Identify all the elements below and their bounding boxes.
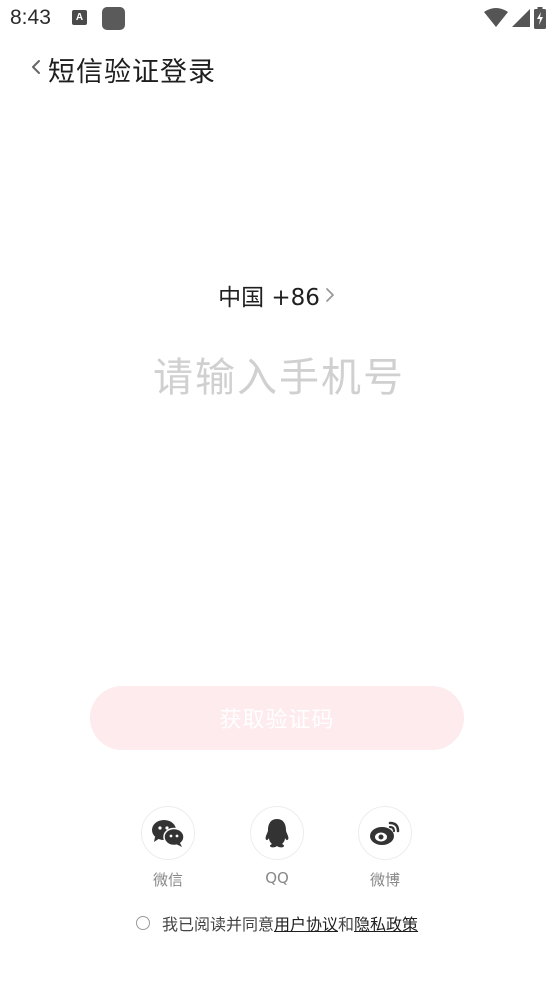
- get-code-button[interactable]: 获取验证码: [90, 686, 464, 750]
- weibo-label: 微博: [369, 871, 400, 889]
- battery-charging-icon: [534, 7, 546, 29]
- qq-login-button[interactable]: QQ: [237, 806, 317, 887]
- qq-label: QQ: [265, 869, 289, 887]
- wechat-circle: [141, 806, 195, 860]
- app-square-icon: [102, 7, 125, 30]
- social-login-row: 微信 QQ 微博: [0, 806, 554, 896]
- chevron-right-icon: [326, 288, 334, 302]
- page-title: 短信验证登录: [48, 57, 216, 88]
- status-bar: 8:43 A: [0, 0, 554, 38]
- country-code-selector[interactable]: 中国 +86: [0, 278, 554, 312]
- phone-input[interactable]: [77, 345, 481, 411]
- agreement-prefix: 我已阅读并同意: [161, 915, 274, 934]
- weibo-circle: [358, 806, 412, 860]
- user-agreement-link[interactable]: 用户协议: [274, 911, 338, 935]
- status-time: 8:43: [10, 6, 51, 29]
- wechat-label: 微信: [152, 871, 183, 889]
- qq-icon: [265, 819, 289, 848]
- chevron-left-icon[interactable]: [26, 54, 46, 80]
- agree-radio[interactable]: [135, 916, 150, 930]
- country-code-label: 中国 +86: [218, 285, 320, 311]
- weibo-login-button[interactable]: 微博: [345, 806, 425, 890]
- agreement-row: 我已阅读并同意 用户协议 和 隐私政策: [0, 911, 554, 935]
- wechat-login-button[interactable]: 微信: [128, 806, 208, 890]
- wifi-icon: [484, 8, 508, 27]
- wechat-icon: [152, 820, 185, 847]
- weibo-icon: [370, 821, 400, 845]
- header: 短信验证登录: [0, 44, 554, 90]
- qq-circle: [250, 806, 304, 860]
- privacy-policy-link[interactable]: 隐私政策: [354, 911, 418, 935]
- status-right-icons: [484, 6, 546, 30]
- signal-icon: [512, 9, 530, 27]
- a-icon: A: [72, 10, 87, 25]
- agreement-and: 和: [338, 915, 355, 934]
